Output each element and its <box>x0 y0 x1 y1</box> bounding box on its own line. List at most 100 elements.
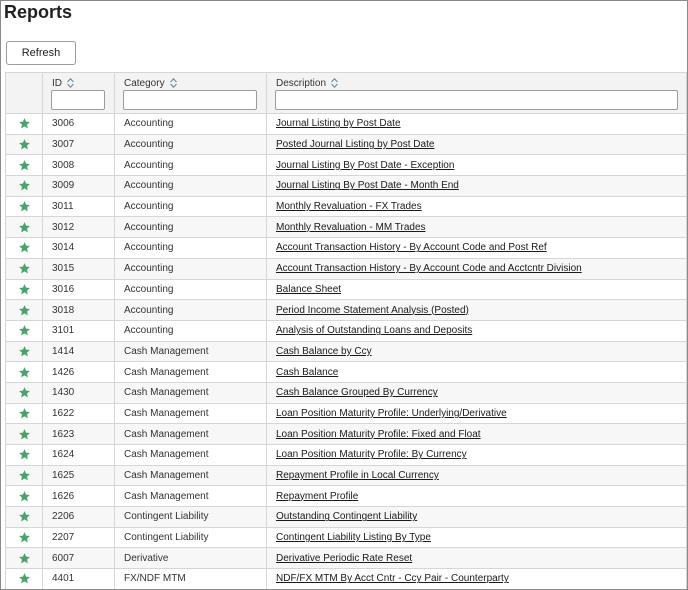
star-icon[interactable] <box>18 304 31 317</box>
report-link[interactable]: Loan Position Maturity Profile: By Curre… <box>276 449 467 460</box>
description-cell: Cash Balance Grouped By Currency <box>266 381 687 404</box>
category-header-sort[interactable]: Category <box>116 74 266 89</box>
table-row[interactable]: 3007 Accounting Posted Journal Listing by … <box>5 133 687 156</box>
star-icon[interactable] <box>18 117 31 130</box>
report-link[interactable]: Derivative Periodic Rate Reset <box>276 553 412 564</box>
id-cell: 3009 <box>42 175 115 197</box>
id-cell: 6007 <box>42 547 115 570</box>
report-link[interactable]: Loan Position Maturity Profile: Underlyi… <box>276 408 507 419</box>
category-cell: Accounting <box>114 113 267 135</box>
star-icon[interactable] <box>18 262 31 275</box>
star-icon[interactable] <box>18 407 31 420</box>
star-icon[interactable] <box>18 324 31 337</box>
table-row[interactable]: 1626 Cash Management Repayment Profile <box>5 485 687 508</box>
report-link[interactable]: Cash Balance by Ccy <box>276 346 372 357</box>
category-cell: Accounting <box>114 154 267 177</box>
star-icon[interactable] <box>18 572 31 585</box>
id-header-sort[interactable]: ID <box>44 74 114 89</box>
description-cell: Monthly Revaluation - MM Trades <box>266 216 687 239</box>
star-icon[interactable] <box>18 179 31 192</box>
table-row[interactable]: 2207 Contingent Liability Contingent Liabi… <box>5 526 687 549</box>
category-cell: Cash Management <box>114 464 267 487</box>
star-icon[interactable] <box>18 345 31 358</box>
star-icon[interactable] <box>18 552 31 565</box>
table-row[interactable]: 6007 Derivative Derivative Periodic Rate R… <box>5 547 687 570</box>
category-filter-input[interactable] <box>123 90 257 110</box>
report-link[interactable]: Contingent Liability Listing By Type <box>276 532 431 543</box>
report-link[interactable]: Repayment Profile <box>276 491 358 502</box>
favorite-cell <box>5 299 43 321</box>
star-icon[interactable] <box>18 386 31 399</box>
favorite-cell <box>5 444 43 466</box>
category-cell: Accounting <box>114 175 267 197</box>
report-link[interactable]: Outstanding Contingent Liability <box>276 511 417 522</box>
table-row[interactable]: 2206 Contingent Liability Outstanding Cont… <box>5 506 687 528</box>
report-link[interactable]: Journal Listing by Post Date <box>276 118 401 129</box>
favorite-cell <box>5 237 43 259</box>
favorite-cell <box>5 154 43 177</box>
table-row[interactable]: 1623 Cash Management Loan Position Maturit… <box>5 423 687 445</box>
table-row[interactable]: 1624 Cash Management Loan Position Maturit… <box>5 444 687 466</box>
id-cell: 4401 <box>42 568 115 589</box>
report-link[interactable]: Balance Sheet <box>276 284 341 295</box>
star-icon[interactable] <box>18 510 31 523</box>
report-link[interactable]: NDF/FX MTM By Acct Cntr - Ccy Pair - Cou… <box>276 573 509 584</box>
table-row[interactable]: 1414 Cash Management Cash Balance by Ccy <box>5 340 687 363</box>
header-row: ID Category Description <box>5 72 687 114</box>
report-link[interactable]: Posted Journal Listing by Post Date <box>276 139 434 150</box>
table-row[interactable]: 1622 Cash Management Loan Position Maturit… <box>5 402 687 425</box>
star-icon[interactable] <box>18 490 31 503</box>
table-row[interactable]: 3014 Accounting Account Transaction Histor… <box>5 237 687 259</box>
table-row[interactable]: 1430 Cash Management Cash Balance Grouped … <box>5 381 687 404</box>
report-link[interactable]: Account Transaction History - By Account… <box>276 263 582 274</box>
report-link[interactable]: Loan Position Maturity Profile: Fixed an… <box>276 429 481 440</box>
star-icon[interactable] <box>18 200 31 213</box>
report-link[interactable]: Monthly Revaluation - FX Trades <box>276 201 422 212</box>
table-row[interactable]: 3008 Accounting Journal Listing By Post Da… <box>5 154 687 177</box>
favorite-cell <box>5 547 43 570</box>
table-row[interactable]: 3011 Accounting Monthly Revaluation - FX T… <box>5 195 687 218</box>
favorite-cell <box>5 464 43 487</box>
table-row[interactable]: 3018 Accounting Period Income Statement An… <box>5 299 687 321</box>
favorite-cell <box>5 568 43 589</box>
report-link[interactable]: Repayment Profile in Local Currency <box>276 470 439 481</box>
favorite-cell <box>5 133 43 156</box>
category-cell: Accounting <box>114 299 267 321</box>
star-icon[interactable] <box>18 138 31 151</box>
table-row[interactable]: 3101 Accounting Analysis of Outstanding Lo… <box>5 319 687 342</box>
table-row[interactable]: 3006 Accounting Journal Listing by Post Da… <box>5 113 687 135</box>
star-icon[interactable] <box>18 428 31 441</box>
description-cell: NDF/FX MTM By Acct Cntr - Ccy Pair - Cou… <box>266 568 687 589</box>
table-row[interactable]: 4401 FX/NDF MTM NDF/FX MTM By Acct Cntr - … <box>5 568 687 589</box>
star-icon[interactable] <box>18 366 31 379</box>
description-filter-input[interactable] <box>275 90 678 110</box>
description-header-sort[interactable]: Description <box>268 74 686 89</box>
table-row[interactable]: 3016 Accounting Balance Sheet <box>5 278 687 301</box>
report-link[interactable]: Journal Listing By Post Date - Month End <box>276 180 459 191</box>
table-row[interactable]: 1625 Cash Management Repayment Profile in … <box>5 464 687 487</box>
star-icon[interactable] <box>18 221 31 234</box>
report-link[interactable]: Analysis of Outstanding Loans and Deposi… <box>276 325 472 336</box>
report-link[interactable]: Cash Balance Grouped By Currency <box>276 387 438 398</box>
report-link[interactable]: Journal Listing By Post Date - Exception <box>276 160 454 171</box>
table-row[interactable]: 3012 Accounting Monthly Revaluation - MM T… <box>5 216 687 239</box>
id-filter-input[interactable] <box>51 90 105 110</box>
star-icon[interactable] <box>18 159 31 172</box>
report-link[interactable]: Cash Balance <box>276 367 338 378</box>
report-link[interactable]: Account Transaction History - By Account… <box>276 242 547 253</box>
star-icon[interactable] <box>18 241 31 254</box>
report-link[interactable]: Monthly Revaluation - MM Trades <box>276 222 426 233</box>
category-cell: Cash Management <box>114 444 267 466</box>
star-icon[interactable] <box>18 448 31 461</box>
id-cell: 1626 <box>42 485 115 508</box>
refresh-button[interactable]: Refresh <box>6 41 76 65</box>
category-cell: Cash Management <box>114 423 267 445</box>
star-icon[interactable] <box>18 283 31 296</box>
star-icon[interactable] <box>18 469 31 482</box>
star-icon[interactable] <box>18 531 31 544</box>
table-row[interactable]: 3009 Accounting Journal Listing By Post Da… <box>5 175 687 197</box>
table-row[interactable]: 3015 Accounting Account Transaction Histor… <box>5 257 687 280</box>
table-row[interactable]: 1426 Cash Management Cash Balance <box>5 361 687 383</box>
report-link[interactable]: Period Income Statement Analysis (Posted… <box>276 305 469 316</box>
description-cell: Analysis of Outstanding Loans and Deposi… <box>266 319 687 342</box>
